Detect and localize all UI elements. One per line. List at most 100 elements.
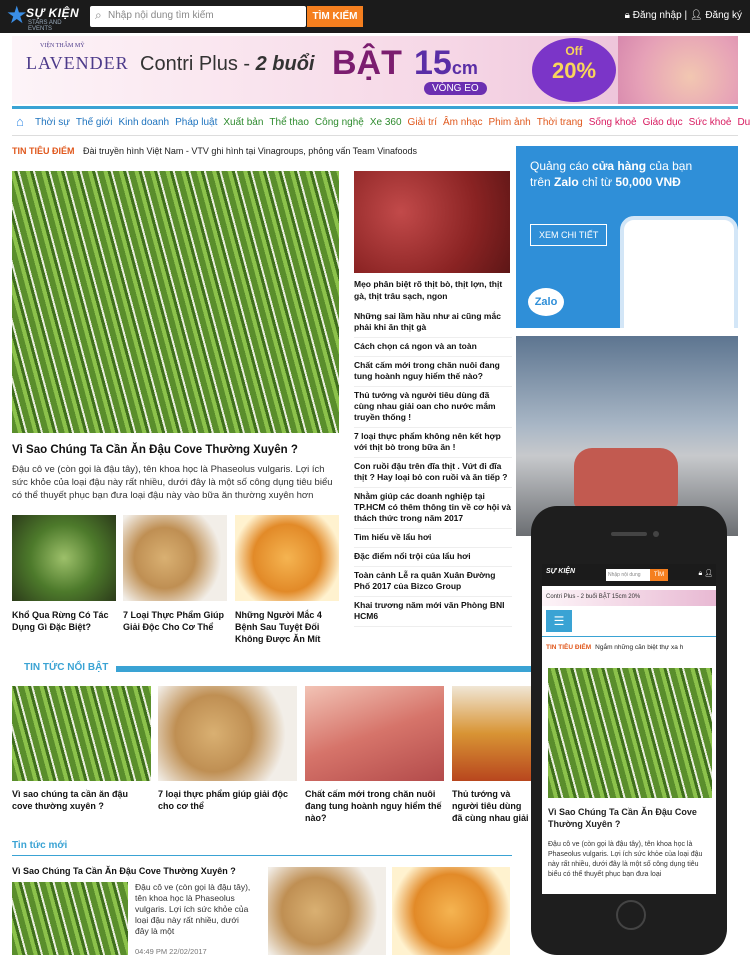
hamburger-menu-icon[interactable]: ☰ <box>546 610 572 632</box>
nav-item[interactable]: Pháp luật <box>175 117 217 128</box>
news-ticker: TIN TIÊU ĐIỂM Đài truyền hình Việt Nam -… <box>12 146 417 156</box>
featured-title[interactable]: 7 loại thực phẩm giúp giải độc cho cơ th… <box>158 788 298 812</box>
mobile-logo[interactable]: SỰ KIỆN <box>546 568 575 575</box>
featured-title[interactable]: Thủ tướng và người tiêu dùng đã cùng nha… <box>452 788 532 824</box>
banner-discount: Off 20% <box>532 38 616 102</box>
nav-item[interactable]: Phim ảnh <box>488 117 530 128</box>
side-news-list: Những sai lầm hầu như ai cũng mắc phải k… <box>354 308 512 627</box>
latest-story-desc: Đậu cô ve (còn gọi là đậu tây), tên khoa… <box>135 882 251 936</box>
phone-mockup-image <box>620 216 738 328</box>
mobile-search-button[interactable]: TÌM <box>650 569 668 581</box>
mobile-story-desc: Đậu cô ve (còn gọi là đậu tây), tên khoa… <box>548 841 703 878</box>
side-news-item[interactable]: Đặc điểm nổi trội của lẩu hơi <box>354 548 512 567</box>
side-news-item[interactable]: Con ruồi đậu trên đĩa thịt . Vứt đi đĩa … <box>354 458 512 488</box>
zalo-ad-text: Quảng cáo cửa hàng của bạn trên Zalo chỉ… <box>530 159 693 189</box>
featured-section-header: TIN TỨC NỔI BẬT <box>12 662 538 674</box>
nav-item[interactable]: Sống khoẻ <box>589 117 637 128</box>
sub-story-title[interactable]: 7 Loại Thực Phẩm Giúp Giải Độc Cho Cơ Th… <box>123 609 229 633</box>
mobile-banner[interactable]: Contri Plus - 2 buổi BẬT 15cm 20% <box>542 590 716 606</box>
banner-bat: BẬT <box>332 44 402 82</box>
main-story-desc: Đậu cô ve (còn gọi là đậu tây), tên khoa… <box>12 464 333 501</box>
main-story-title[interactable]: Vì Sao Chúng Ta Cần Ăn Đậu Cove Thường X… <box>12 444 339 456</box>
phone-camera <box>653 531 659 537</box>
side-feature-image[interactable] <box>354 171 510 273</box>
mobile-screen: SỰ KIỆN Nhập nội dung TÌM 🔒︎ 👤︎ Contri P… <box>542 564 716 894</box>
auth-links: 🔒︎ Đăng nhập | 👤︎ Đăng ký <box>624 10 742 21</box>
side-news-item[interactable]: Cách chọn cá ngon và an toàn <box>354 338 512 357</box>
nav-item[interactable]: Giải trí <box>408 117 437 128</box>
nav-item[interactable]: Kinh doanh <box>119 117 170 128</box>
mobile-nav-line <box>542 636 716 637</box>
mobile-top-bar: SỰ KIỆN Nhập nội dung TÌM 🔒︎ 👤︎ <box>542 564 716 586</box>
zalo-ad[interactable]: Quảng cáo cửa hàng của bạn trên Zalo chỉ… <box>516 146 738 328</box>
featured-image[interactable] <box>158 686 297 781</box>
mobile-story-image[interactable] <box>548 668 712 798</box>
zalo-detail-button[interactable]: XEM CHI TIẾT <box>530 224 608 246</box>
ticker-label: TIN TIÊU ĐIỂM <box>12 146 75 156</box>
latest-image[interactable] <box>268 867 386 955</box>
banner-cm: 15cm <box>414 44 478 82</box>
top-bar: ★ SỰ KIỆN STARS AND EVENTS ⌕ Nhập nội du… <box>0 0 750 33</box>
sub-story-image[interactable] <box>12 515 116 601</box>
sub-story-image[interactable] <box>123 515 227 601</box>
nav-list: Thời sự Thế giới Kinh doanh Pháp luật Xuất b… <box>35 117 750 128</box>
mobile-search-input[interactable]: Nhập nội dung <box>606 569 650 581</box>
mobile-ticker: TIN TIÊU ĐIỂM Ngắm những căn biệt thự xa … <box>546 644 684 651</box>
mobile-user-icons[interactable]: 🔒︎ 👤︎ <box>698 569 713 578</box>
side-news-item[interactable]: Tìm hiểu về lẩu hơi <box>354 529 512 548</box>
sub-story-title[interactable]: Những Người Mắc 4 Bệnh Sau Tuyệt Đối Khô… <box>235 609 339 645</box>
lavender-logo: VIỆN THẨM MỸ LAVENDER <box>26 43 129 73</box>
featured-title[interactable]: Vì sao chúng ta cần ăn đậu cove thường x… <box>12 788 151 812</box>
banner-product: Contri Plus - 2 buổi <box>140 53 315 75</box>
nav-item[interactable]: Sức khoẻ <box>689 117 732 128</box>
search-button[interactable]: TÌM KIẾM <box>307 6 363 27</box>
login-link[interactable]: Đăng nhập <box>633 10 682 21</box>
site-logo[interactable]: ★ SỰ KIỆN STARS AND EVENTS <box>6 2 86 33</box>
mobile-story-title[interactable]: Vì Sao Chúng Ta Cần Ăn Đậu Cove Thường X… <box>548 806 712 830</box>
side-news-item[interactable]: Khai trương năm mới văn Phòng BNI HCM6 <box>354 597 512 627</box>
side-news-item[interactable]: Thủ tướng và người tiêu dùng đã cùng nha… <box>354 387 512 428</box>
latest-story-title[interactable]: Vì Sao Chúng Ta Cần Ăn Đậu Cove Thường X… <box>12 865 252 877</box>
search-box[interactable]: ⌕ Nhập nội dung tìm kiếm <box>90 6 306 27</box>
search-icon: ⌕ <box>95 8 102 22</box>
side-news-item[interactable]: Chất cấm mới trong chăn nuôi đang tung h… <box>354 357 512 387</box>
nav-item[interactable]: Thể thao <box>269 117 308 128</box>
side-news-item[interactable]: 7 loại thực phẩm không nên kết hợp với t… <box>354 428 512 458</box>
main-story-image[interactable] <box>12 171 339 433</box>
banner-model-image <box>618 36 738 104</box>
add-user-icon: 👤︎ <box>689 10 703 21</box>
ticker-text[interactable]: Đài truyền hình Việt Nam - VTV ghi hình … <box>83 146 417 156</box>
nav-item[interactable]: Giáo dục <box>643 117 683 128</box>
side-news-item[interactable]: Nhằm giúp các doanh nghiệp tại TP.HCM có… <box>354 488 512 529</box>
car-shape <box>574 448 678 508</box>
sub-story-image[interactable] <box>235 515 339 601</box>
phone-mockup: SỰ KIỆN Nhập nội dung TÌM 🔒︎ 👤︎ Contri P… <box>531 506 727 955</box>
latest-image[interactable] <box>392 867 510 955</box>
phone-home-button <box>616 900 646 930</box>
nav-item[interactable]: Thế giới <box>76 117 113 128</box>
featured-section-title: TIN TỨC NỔI BẬT <box>12 662 117 673</box>
star-logo-icon: ★ <box>6 2 28 29</box>
register-link[interactable]: Đăng ký <box>705 10 742 21</box>
logo-text: SỰ KIỆN <box>26 6 80 20</box>
nav-item[interactable]: Công nghệ <box>315 117 364 128</box>
featured-image[interactable] <box>452 686 532 781</box>
nav-item[interactable]: Thời trang <box>537 117 583 128</box>
nav-item[interactable]: Thời sự <box>35 117 70 128</box>
nav-item[interactable]: Xe 360 <box>370 117 402 128</box>
home-icon[interactable]: ⌂ <box>16 114 24 129</box>
side-news-item[interactable]: Toàn cảnh Lễ ra quân Xuân Đường Phố 2017… <box>354 567 512 597</box>
side-news-item[interactable]: Những sai lầm hầu như ai cũng mắc phải k… <box>354 308 512 338</box>
latest-section-title: Tin tức mới <box>12 840 512 856</box>
featured-image[interactable] <box>305 686 444 781</box>
nav-item[interactable]: Xuất bản <box>223 117 263 128</box>
nav-item[interactable]: Du lịch <box>737 117 750 128</box>
latest-story-image[interactable] <box>12 882 128 955</box>
featured-title[interactable]: Chất cấm mới trong chăn nuôi đang tung h… <box>305 788 444 824</box>
top-ad-banner[interactable]: VIỆN THẨM MỸ LAVENDER Contri Plus - 2 buổ… <box>12 36 738 104</box>
side-feature-title[interactable]: Mẹo phân biệt rõ thịt bò, thịt lợn, thịt… <box>354 278 512 302</box>
nav-item[interactable]: Âm nhạc <box>443 117 482 128</box>
featured-image[interactable] <box>12 686 151 781</box>
search-input[interactable]: Nhập nội dung tìm kiếm <box>108 10 214 21</box>
sub-story-title[interactable]: Khổ Qua Rừng Có Tác Dụng Gì Đặc Biệt? <box>12 609 116 633</box>
